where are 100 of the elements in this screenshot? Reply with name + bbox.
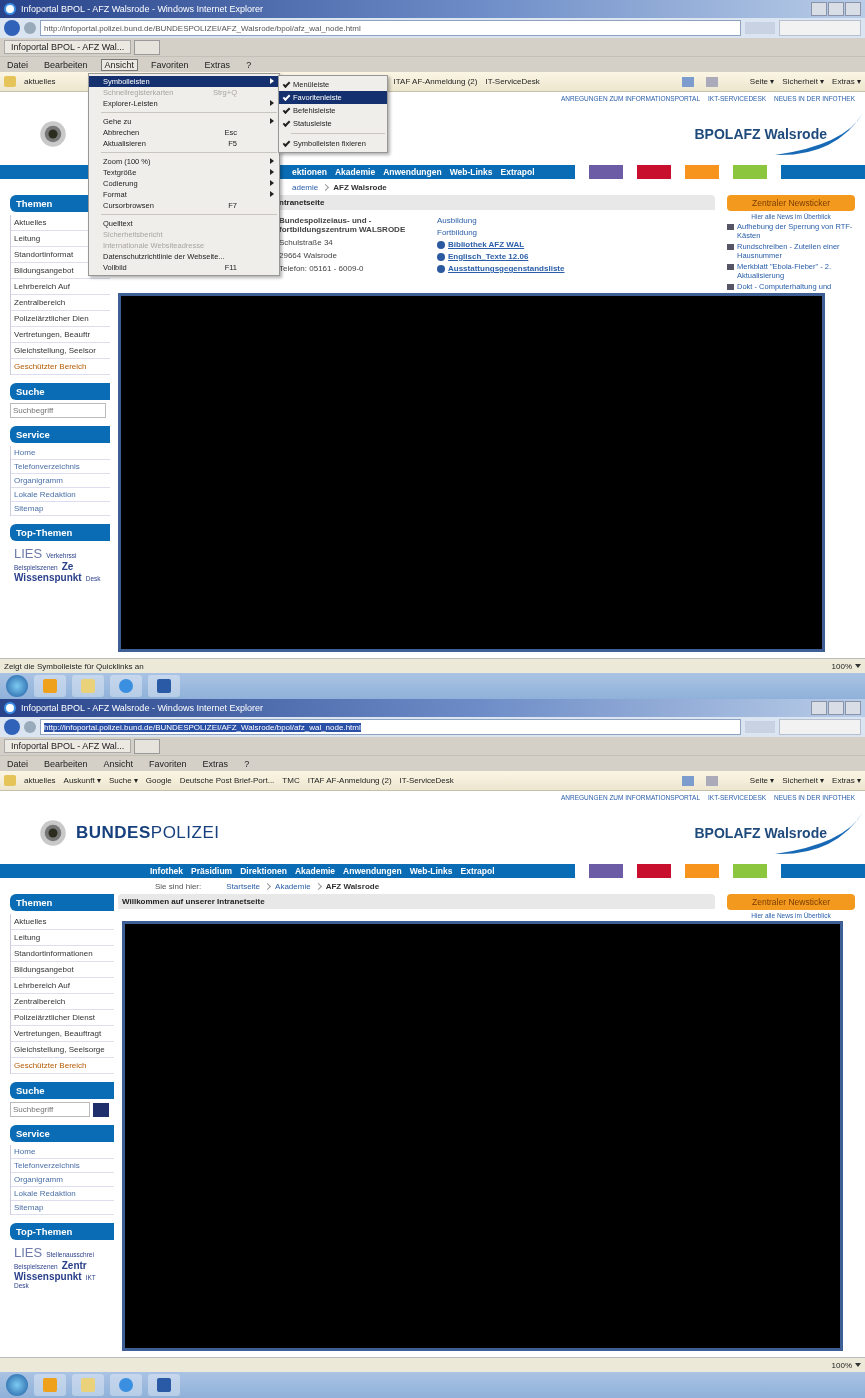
breadcrumb-link[interactable]: Startseite bbox=[226, 882, 261, 891]
sidebar-link[interactable]: Sitemap bbox=[11, 502, 110, 516]
menu-bar-item[interactable]: Datei bbox=[4, 59, 31, 70]
sidebar-link[interactable]: Organigramm bbox=[11, 474, 110, 488]
breadcrumb-link[interactable]: AFZ Walsrode bbox=[333, 183, 387, 192]
sidebar-link[interactable]: Aktuelles bbox=[11, 914, 114, 930]
tag-cloud-link[interactable]: Ze bbox=[61, 561, 74, 572]
back-icon[interactable] bbox=[4, 719, 20, 735]
favorite-link[interactable]: ITAF AF-Anmeldung (2) bbox=[307, 776, 392, 785]
favorite-link[interactable]: aktuelles bbox=[24, 77, 56, 86]
color-tab[interactable] bbox=[781, 864, 865, 878]
search-field[interactable]: Suchbegriff bbox=[10, 403, 106, 418]
menu-bar-item[interactable]: Favoriten bbox=[148, 59, 192, 70]
menu-bar-item[interactable]: ? bbox=[241, 758, 253, 769]
menu-bar-item[interactable]: Bearbeiten bbox=[41, 59, 91, 70]
menu-bar-item[interactable]: Datei bbox=[4, 758, 31, 769]
breadcrumb-link[interactable]: Akademie bbox=[275, 882, 311, 891]
tag-cloud-link[interactable]: Wissenspunkt bbox=[14, 572, 82, 583]
sidebar-link[interactable]: Organigramm bbox=[11, 1173, 114, 1187]
nav-link[interactable]: Direktionen bbox=[240, 866, 287, 876]
menu-bar-item[interactable]: Ansicht bbox=[100, 58, 139, 71]
menu-bar-item[interactable]: Extras bbox=[201, 59, 234, 70]
sidebar-link[interactable]: Standortinformationen bbox=[11, 946, 114, 962]
nav-link[interactable]: ektionen bbox=[292, 167, 327, 177]
sidebar-link[interactable]: Home bbox=[11, 1145, 114, 1159]
color-tab[interactable] bbox=[685, 165, 719, 179]
new-tab-button[interactable] bbox=[134, 39, 161, 55]
start-button[interactable] bbox=[6, 675, 28, 697]
favorite-link[interactable]: Deutsche Post Brief-Port... bbox=[179, 776, 275, 785]
forward-icon[interactable] bbox=[24, 721, 36, 733]
nav-link[interactable]: Extrapol bbox=[500, 167, 535, 177]
nav-link[interactable]: Akademie bbox=[294, 866, 336, 876]
address-field[interactable]: http://infoportal.polizei.bund.de/BUNDESPOLIZEI/AFZ_Walsrode/bpol/afz_wal_node.html bbox=[40, 20, 741, 36]
tag-cloud-link[interactable]: Wissenspunkt bbox=[14, 1271, 82, 1282]
window-controls-icon[interactable] bbox=[811, 2, 861, 16]
zoom-level[interactable]: 100% bbox=[831, 1360, 852, 1370]
content-link[interactable]: Ausstattungsgegenstandsliste bbox=[448, 264, 565, 273]
content-link[interactable]: Bibliothek AFZ WAL bbox=[448, 240, 525, 249]
window-controls-icon[interactable] bbox=[811, 701, 861, 715]
sidebar-link[interactable]: Lehrbereich Auf bbox=[11, 279, 110, 295]
tag-cloud-link[interactable]: LIES bbox=[14, 546, 43, 561]
nav-link[interactable]: Extrapol bbox=[460, 866, 495, 876]
menu-bar-item[interactable]: Ansicht bbox=[100, 758, 137, 769]
sidebar-link[interactable]: Sitemap bbox=[11, 1201, 114, 1215]
search-field[interactable] bbox=[779, 20, 861, 36]
sidebar-link[interactable]: Zentralbereich bbox=[11, 994, 114, 1010]
content-link[interactable]: Ausbildung bbox=[437, 216, 477, 225]
zoom-level[interactable]: 100% bbox=[831, 661, 852, 671]
sidebar-link[interactable]: Gleichstellung, Seelsor bbox=[11, 343, 110, 359]
color-tab[interactable] bbox=[637, 864, 671, 878]
sidebar-link[interactable]: Leitung bbox=[11, 930, 114, 946]
favorite-link[interactable]: ITAF AF-Anmeldung (2) bbox=[393, 77, 478, 86]
favorite-link[interactable]: TMC bbox=[282, 776, 300, 785]
menu-bar-item[interactable]: Bearbeiten bbox=[41, 758, 91, 769]
nav-link[interactable]: Anwendungen bbox=[383, 167, 442, 177]
menu-bar-item[interactable]: Extras bbox=[199, 758, 232, 769]
sidebar-link[interactable]: Polizeiärztlicher Dienst bbox=[11, 1010, 114, 1026]
command-button[interactable]: Extras ▾ bbox=[832, 776, 861, 785]
sidebar-link[interactable]: Zentralbereich bbox=[11, 295, 110, 311]
menu-bar-item[interactable]: Favoriten bbox=[146, 758, 190, 769]
search-button[interactable] bbox=[93, 1102, 109, 1117]
browser-tab[interactable]: Infoportal BPOL - AFZ Wal... bbox=[4, 739, 132, 753]
sidebar-link[interactable]: Lokale Redaktion bbox=[11, 1187, 114, 1201]
color-tab[interactable] bbox=[733, 864, 767, 878]
new-tab-button[interactable] bbox=[134, 738, 161, 754]
sidebar-link[interactable]: Telefonverzeichnis bbox=[11, 1159, 114, 1173]
color-tab[interactable] bbox=[589, 165, 623, 179]
color-tab[interactable] bbox=[781, 165, 865, 179]
menu-bar-item[interactable]: ? bbox=[243, 59, 255, 70]
command-button[interactable]: Sicherheit ▾ bbox=[782, 77, 825, 86]
search-field[interactable] bbox=[779, 719, 861, 735]
color-tab[interactable] bbox=[733, 165, 767, 179]
address-field[interactable]: http://infoportal.polizei.bund.de/BUNDESPOLIZEI/AFZ_Walsrode/bpol/afz_wal_node.html bbox=[40, 719, 741, 735]
sidebar-link[interactable]: Vertretungen, Beauftragt bbox=[11, 1026, 114, 1042]
favorite-link[interactable]: Suche ▾ bbox=[108, 776, 138, 785]
start-button[interactable] bbox=[6, 1374, 28, 1396]
tag-cloud-link[interactable]: Zentr bbox=[61, 1260, 87, 1271]
sidebar-link[interactable]: Geschützter Bereich bbox=[11, 1058, 114, 1074]
favorite-link[interactable]: Google bbox=[145, 776, 172, 785]
sidebar-link[interactable]: Polizeiärztlicher Dien bbox=[11, 311, 110, 327]
nav-link[interactable]: Web-Links bbox=[449, 167, 493, 177]
nav-link[interactable]: Präsidium bbox=[191, 866, 233, 876]
favorite-link[interactable]: IT-ServiceDesk bbox=[485, 77, 540, 86]
breadcrumb-link[interactable]: ademie bbox=[292, 183, 319, 192]
nav-link[interactable]: Anwendungen bbox=[343, 866, 402, 876]
color-tab[interactable] bbox=[637, 165, 671, 179]
sidebar-link[interactable]: Lehrbereich Auf bbox=[11, 978, 114, 994]
nav-link[interactable]: Infothek bbox=[150, 866, 184, 876]
back-icon[interactable] bbox=[4, 20, 20, 36]
sidebar-link[interactable]: Vertretungen, Beauftr bbox=[11, 327, 110, 343]
command-button[interactable]: Extras ▾ bbox=[832, 77, 861, 86]
forward-icon[interactable] bbox=[24, 22, 36, 34]
content-link[interactable]: Englisch_Texte 12.06 bbox=[448, 252, 529, 261]
sidebar-link[interactable]: Lokale Redaktion bbox=[11, 488, 110, 502]
sidebar-link[interactable]: Geschützter Bereich bbox=[11, 359, 110, 375]
favorite-link[interactable]: Auskunft ▾ bbox=[63, 776, 101, 785]
sidebar-link[interactable]: Gleichstellung, Seelsorge bbox=[11, 1042, 114, 1058]
browser-tab[interactable]: Infoportal BPOL - AFZ Wal... bbox=[4, 40, 132, 54]
nav-link[interactable]: Akademie bbox=[334, 167, 376, 177]
dropdown-arrow-icon[interactable] bbox=[855, 1363, 861, 1367]
